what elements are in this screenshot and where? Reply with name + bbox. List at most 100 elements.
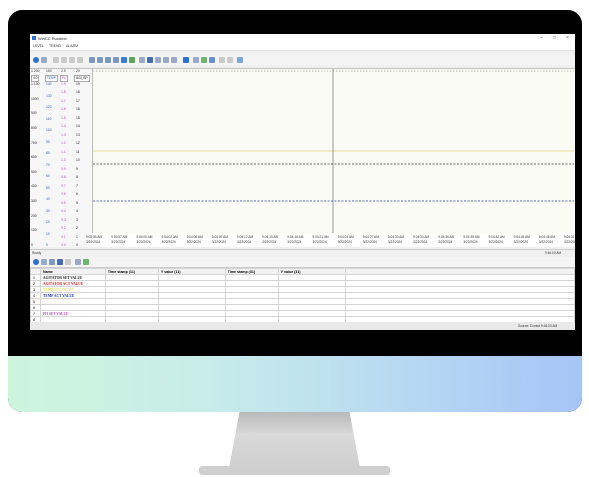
trend-select-icon[interactable] [171,57,177,63]
time-tick-label: 9:04:30 AM [387,235,405,239]
axis-1-tick: 100 [31,228,37,233]
time-tick-label: 9:04:18 AM [287,235,304,239]
time-tick-label: 9:04:00 AM [136,235,153,239]
axis-4-tick: 7 [76,183,78,188]
axis-3-tick: 0.6 [61,192,66,197]
table-help-icon[interactable] [33,259,39,265]
monitor-chin [8,356,582,412]
axis-2-tick: 40 [46,197,50,201]
config-icon[interactable] [41,57,47,63]
axis-3-tag[interactable]: PH [60,75,69,82]
time-tick-label: 9:04:42 AM [488,235,505,239]
minimize-button[interactable]: – [540,35,543,41]
monitor-stand-neck [229,412,360,468]
axis-3-tick: 0.0 [61,243,66,247]
export-icon[interactable] [201,57,207,63]
axis-1-tag[interactable]: 4.0 [31,75,40,82]
date-tick-label: 3/22/2024 [538,240,554,244]
print-icon[interactable] [193,57,199,63]
axis-3-tick: 1.5 [61,115,66,120]
axis-4-tick: 8 [76,175,78,180]
save-icon[interactable] [237,57,243,63]
time-tick-label: 9:04:09 AM [211,235,228,239]
maximize-button[interactable]: □ [553,35,556,41]
date-tick-label: 3/22/2024 [438,240,453,244]
axis-2-tick: 70 [46,162,50,167]
axis-4-tick: 13 [76,132,80,137]
axis-4-tick: 14 [76,124,80,129]
trend-plot[interactable] [92,69,574,233]
date-tick-label: 3/22/2024 [136,240,151,244]
date-tick-label: 3/22/2024 [337,240,352,244]
axis-4-tick: 6 [76,192,78,197]
axis-4-tick: 16 [76,107,80,112]
axis-2-tick: 20 [46,220,50,224]
axis-1-tick: 300 [31,199,37,204]
axis-3-tick: 1.1 [61,149,66,154]
axis-4-tick: 12 [76,141,80,146]
axis-2-tick: 50 [46,185,50,190]
axis-2-tag[interactable]: TEMP [45,75,58,82]
help-icon[interactable] [33,57,39,63]
axis-4-tick: 0 [76,243,78,247]
stop-icon[interactable] [183,57,189,63]
move-icon[interactable] [121,57,127,63]
table-print-icon[interactable] [75,259,81,265]
menu-level[interactable]: LEVEL [33,44,44,48]
zoom-in-icon[interactable] [89,57,95,63]
axis-2-tick: 60 [46,174,50,178]
time-tick-label: 9:04:45 AM [513,235,530,239]
axis-3-tick: 1.9 [61,82,66,86]
axis-1-tick: 800 [31,125,37,130]
time-tick-label: 9:04:39 AM [463,235,480,239]
axis-1-tick: 500 [31,169,37,174]
ruler-icon[interactable] [139,57,145,63]
footer-bar: Source: Control 9:46:03 AM [30,322,575,330]
menu-alarm[interactable]: ALARM [66,44,78,48]
date-tick-label: 3/22/2024 [86,240,101,244]
close-button[interactable]: × [566,35,569,41]
axis-1-tick: 900 [31,111,37,116]
axis-1-tick: 1000 [31,96,39,101]
next-page-icon[interactable] [69,57,75,63]
time-tick-label: 9:04:12 AM [236,235,254,239]
monitor-stand-foot [199,466,390,475]
table-columns-icon[interactable] [49,259,55,265]
table-export-icon[interactable] [83,259,89,265]
select-data-icon[interactable] [155,57,161,63]
date-tick-label: 3/22/2024 [211,240,226,244]
axis-4-tag[interactable]: AGI_SP [74,75,90,82]
marker-icon[interactable] [227,57,233,63]
axis-2-tick: 90 [46,139,50,144]
last-page-icon[interactable] [77,57,83,63]
axis-1-tick: 1.100 [31,82,40,86]
stats-icon[interactable] [147,57,153,63]
connect-icon[interactable] [209,57,215,63]
axis-3-header: 2.0 [61,69,66,73]
select-time-icon[interactable] [163,57,169,63]
table-select-icon[interactable] [57,259,63,265]
table-config-icon[interactable] [41,259,47,265]
table-edit-icon[interactable] [65,259,71,265]
date-tick-label: 3/22/2024 [513,240,528,244]
time-tick-label: 9:04:15 AM [262,235,279,239]
time-tick-label: 9:03:55 AM [86,235,103,239]
axis-4-tick: 18 [76,90,80,95]
prev-page-icon[interactable] [61,57,67,63]
line-icon[interactable] [219,57,225,63]
axis-1-tick: 0 [31,243,33,247]
zoom-area-icon[interactable] [105,57,111,63]
time-tick-label: 9:04:27 AM [362,235,379,239]
status-bar: Ready 9:46:03 AM [30,249,575,256]
axis-3-tick: 0.8 [61,175,66,180]
menu-trend[interactable]: TREND [49,44,61,48]
time-tick-label: 9:03:57 AM [111,235,128,239]
axis-3-tick: 0.9 [61,166,66,171]
zoom-out-icon[interactable] [97,57,103,63]
first-page-icon[interactable] [53,57,59,63]
axis-2-header: 150 [46,69,52,73]
time-tick-label: 9:04:06 AM [186,235,203,239]
date-tick-label: 3/22/2024 [463,240,478,244]
zoom-time-icon[interactable] [113,57,119,63]
original-view-icon[interactable] [129,57,135,63]
